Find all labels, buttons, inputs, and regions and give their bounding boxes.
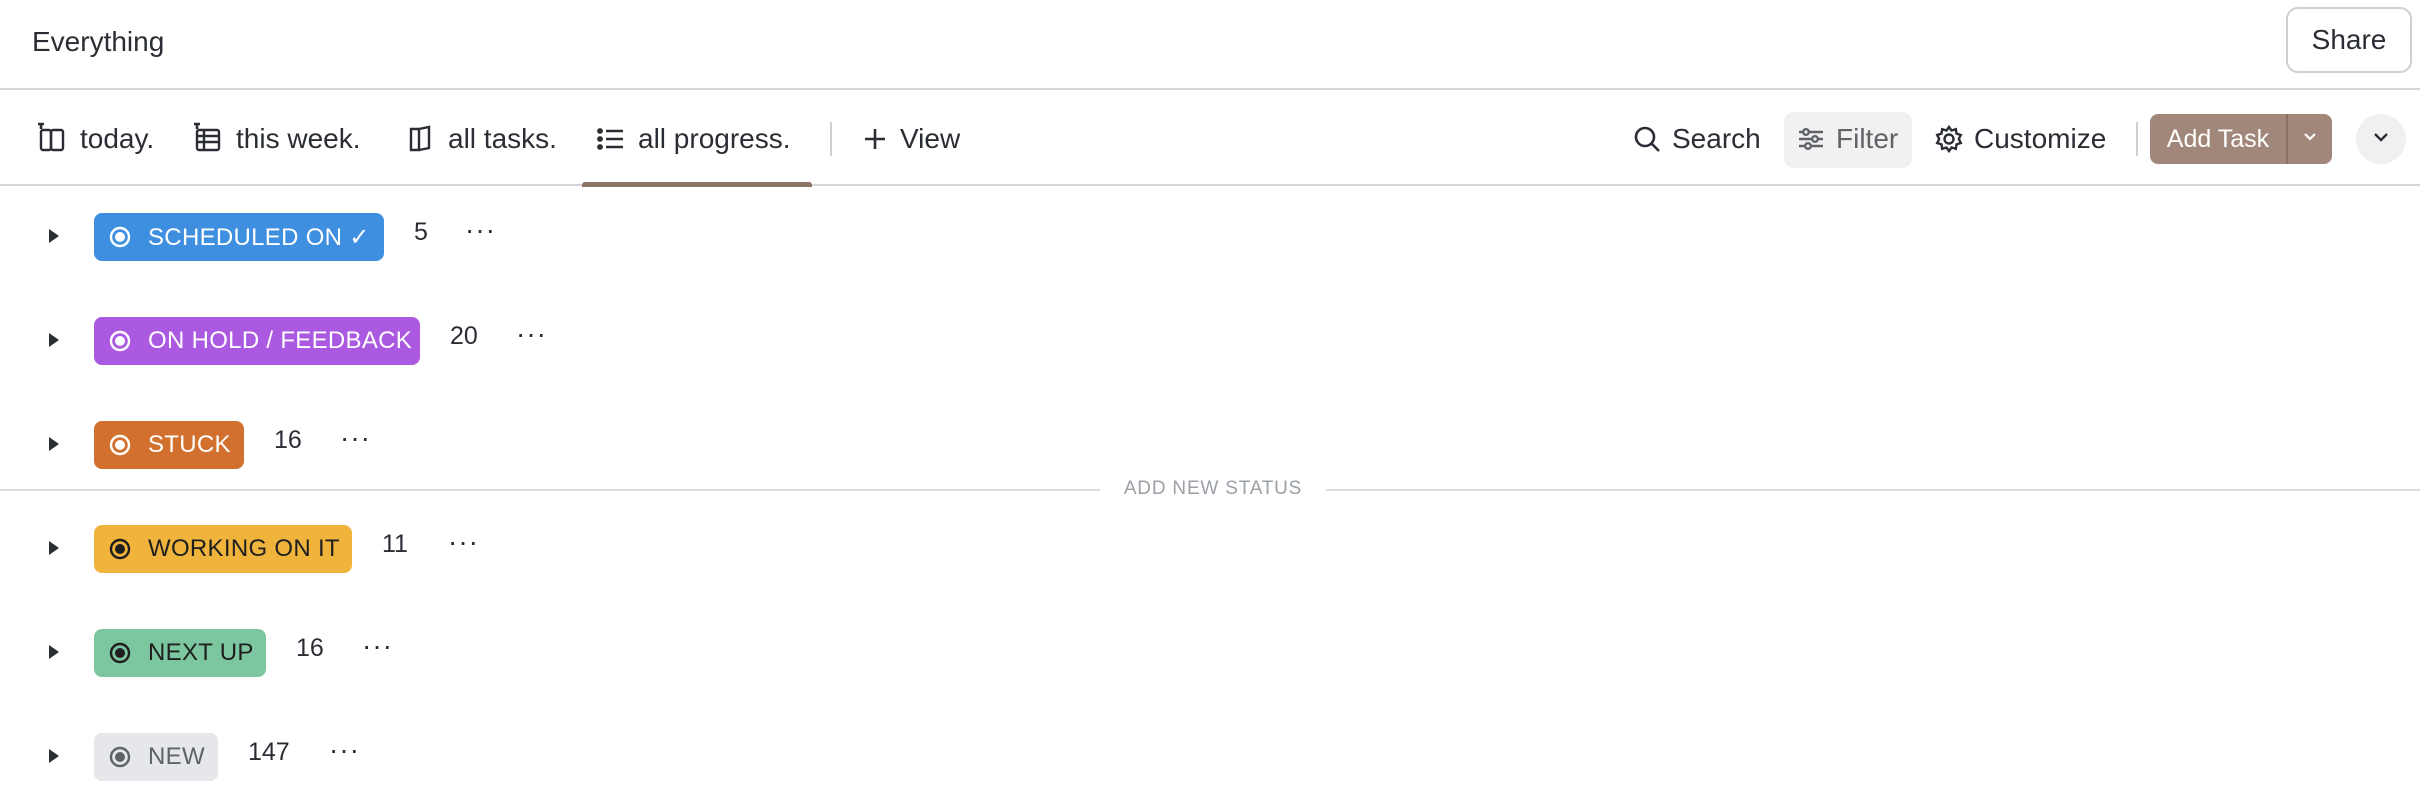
status-group-row: ON HOLD / FEEDBACK 20 ··· [0,308,2420,372]
tab-label: all tasks. [448,123,557,154]
tab-label: this week. [236,123,361,154]
search-button[interactable]: Search [1632,92,1761,186]
filter-label: Filter [1836,123,1899,154]
divider-line-right [1326,489,2420,491]
add-task-dropdown[interactable] [2288,114,2332,164]
expand-caret-icon[interactable] [44,744,64,768]
search-icon [1632,124,1662,154]
list-icon [594,122,628,156]
status-count: 147 [248,738,290,766]
status-count: 11 [382,530,408,558]
collapse-toolbar-button[interactable] [2356,114,2406,164]
search-label: Search [1672,123,1761,154]
status-circle-icon [108,225,132,249]
active-tab-indicator [582,182,812,187]
chevron-down-icon [2301,128,2319,151]
chevron-down-icon [2370,126,2392,153]
page-title: Everything [32,26,165,57]
status-badge[interactable]: STUCK [94,421,244,469]
status-badge[interactable]: NEW [94,733,218,781]
status-group-row: STUCK 16 ··· [0,412,2420,476]
share-button[interactable]: Share [2286,7,2412,73]
tab-label: all progress. [638,123,791,154]
tab-label: today. [80,123,155,154]
tab-all-tasks[interactable]: all tasks. [404,92,557,186]
expand-caret-icon[interactable] [44,328,64,352]
status-group-row: NEW 147 ··· [0,724,2420,788]
add-view-label: View [900,123,961,154]
customize-label: Customize [1974,123,2107,154]
status-label: WORKING ON IT [148,535,340,562]
status-badge[interactable]: ON HOLD / FEEDBACK [94,317,420,365]
view-toolbar: today. this week. all tasks. all progres… [0,92,2420,187]
more-options-icon[interactable]: ··· [516,320,547,348]
tab-all-progress[interactable]: all progress. [594,92,791,186]
page-header: Everything Share [0,0,2420,90]
tab-today[interactable]: today. [36,92,154,186]
status-count: 5 [414,218,428,246]
status-circle-icon [108,329,132,353]
status-badge[interactable]: NEXT UP [94,629,266,677]
add-task-button[interactable]: Add Task [2150,114,2288,164]
table-icon [192,122,226,156]
status-label: ON HOLD / FEEDBACK [148,327,413,354]
add-new-status-button[interactable]: ADD NEW STATUS [1100,478,1326,500]
status-count: 16 [274,426,302,454]
expand-caret-icon[interactable] [44,640,64,664]
status-group-row: SCHEDULED ON ✓ 5 ··· [0,204,2420,268]
status-label: SCHEDULED ON ✓ [148,223,370,251]
sliders-icon [1796,124,1826,154]
filter-button[interactable]: Filter [1796,92,1898,186]
add-view-button[interactable]: View [860,92,960,186]
status-group-row: WORKING ON IT 11 ··· [0,516,2420,580]
more-options-icon[interactable]: ··· [340,424,371,452]
more-options-icon[interactable]: ··· [465,216,496,244]
status-badge[interactable]: WORKING ON IT [94,525,352,573]
status-count: 20 [450,322,478,350]
status-circle-icon [108,537,132,561]
doc-icon [404,122,438,156]
status-label: NEXT UP [148,639,254,666]
status-group-row: NEXT UP 16 ··· [0,620,2420,684]
toolbar-separator [2136,122,2138,156]
more-options-icon[interactable]: ··· [448,528,479,556]
gear-icon [1934,124,1964,154]
status-circle-icon [108,433,132,457]
status-circle-icon [108,745,132,769]
status-label: STUCK [148,431,231,458]
status-circle-icon [108,641,132,665]
status-badge[interactable]: SCHEDULED ON ✓ [94,213,384,261]
board-icon [36,122,70,156]
status-label: NEW [148,743,205,770]
toolbar-separator [830,122,832,156]
more-options-icon[interactable]: ··· [362,632,393,660]
add-task-split-button: Add Task [2150,114,2332,164]
customize-button[interactable]: Customize [1934,92,2106,186]
expand-caret-icon[interactable] [44,224,64,248]
status-count: 16 [296,634,324,662]
more-options-icon[interactable]: ··· [329,736,360,764]
expand-caret-icon[interactable] [44,432,64,456]
divider-line-left [0,489,1100,491]
tab-this-week[interactable]: this week. [192,92,361,186]
plus-icon [860,124,890,154]
expand-caret-icon[interactable] [44,536,64,560]
